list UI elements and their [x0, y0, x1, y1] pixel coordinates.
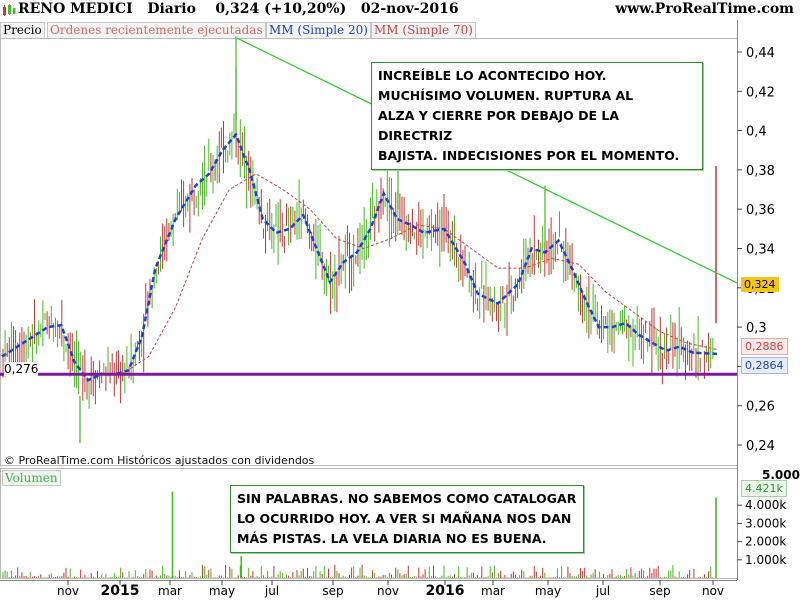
x-tick-label: sep: [322, 584, 343, 598]
volume-tick-label: 4.000k: [745, 498, 786, 512]
price-tick-label: 0,34: [746, 243, 775, 258]
x-tick-label: 2016: [426, 583, 465, 599]
support-level-label: 0,276: [4, 362, 39, 376]
annotation-bottom[interactable]: SIN PALABRAS. NO SABEMOS COMO CATALOGAR …: [230, 485, 584, 553]
price-tick-label: 0,24: [746, 439, 775, 454]
price-tick-label: 0,38: [746, 164, 775, 179]
x-tick-label: mar: [481, 584, 505, 598]
volume-label[interactable]: Volumen: [2, 470, 61, 486]
ma70-price-tag: 0,2886: [741, 338, 788, 355]
x-tick-label: nov: [702, 584, 724, 598]
annotation-top[interactable]: INCREÍBLE LO ACONTECIDO HOY. MUCHÍSIMO V…: [371, 62, 703, 170]
x-tick-label: nov: [377, 584, 399, 598]
ma70-line: [121, 173, 718, 375]
x-tick-label: 2015: [101, 583, 140, 599]
last-price-tag: 0,324: [741, 277, 779, 292]
x-tick-label: may: [535, 584, 561, 598]
price-tick-label: 0,3: [746, 321, 767, 336]
price-tick-label: 0,36: [746, 203, 775, 218]
price-tick-label: 0,26: [746, 400, 775, 415]
volume-tick-label: 2.000k: [745, 535, 786, 549]
price-tick-label: 0,4: [746, 125, 767, 140]
volume-axis-top: 5.000k: [762, 468, 800, 482]
volume-tick-label: 1.000k: [745, 553, 786, 567]
x-tick-label: jul: [595, 584, 610, 598]
x-tick-label: sep: [649, 584, 670, 598]
x-tick-label: may: [209, 584, 235, 598]
price-tick-label: 0,44: [746, 46, 775, 61]
x-tick-label: nov: [57, 584, 79, 598]
volume-value-tag: 4.421k: [741, 480, 787, 497]
footer-credit: © ProRealTime.com Históricos ajustados c…: [4, 454, 315, 467]
x-tick-label: mar: [158, 584, 182, 598]
x-tick-label: jul: [264, 584, 279, 598]
volume-tick-label: 3.000k: [745, 516, 786, 530]
price-tick-label: 0,42: [746, 85, 775, 100]
ma20-price-tag: 0,2864: [741, 357, 788, 374]
